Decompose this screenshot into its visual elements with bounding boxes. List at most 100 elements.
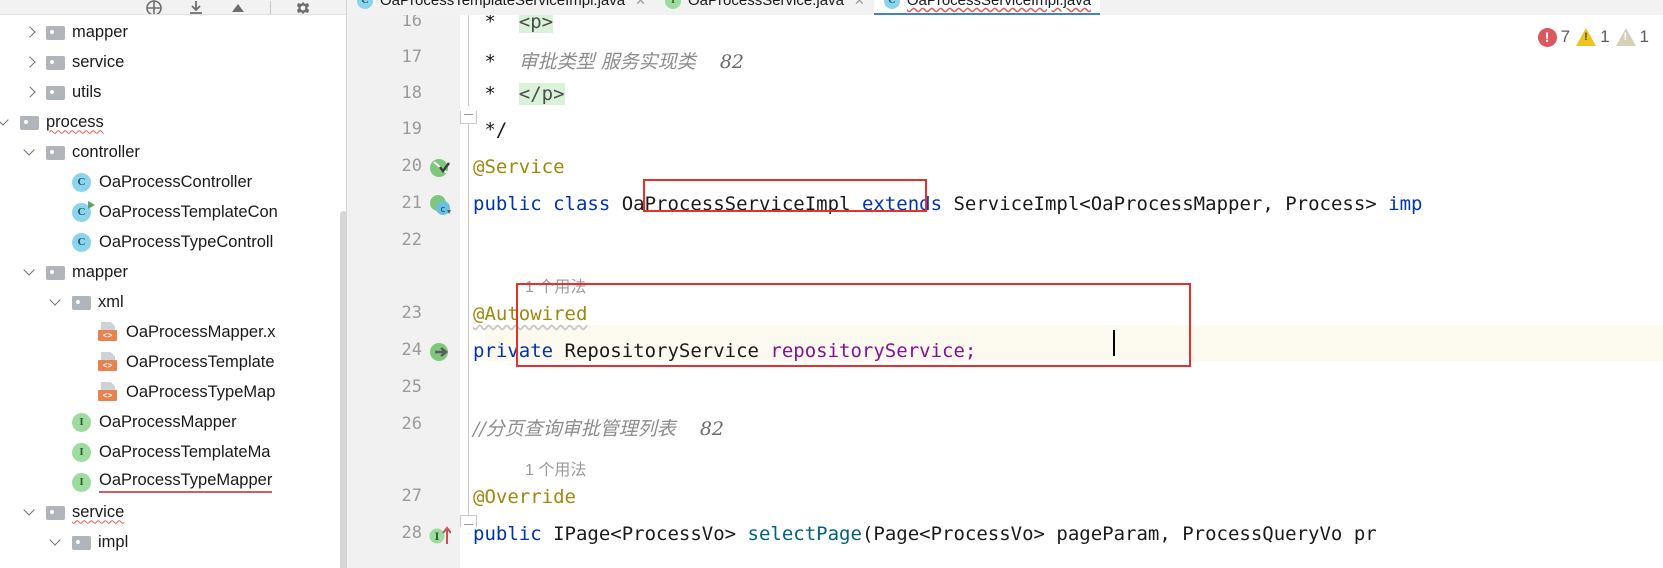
chevron-right-icon[interactable] [24, 25, 38, 39]
settings-gear-icon[interactable] [293, 0, 313, 14]
line-number: 20 [401, 156, 422, 176]
tree-item-controller[interactable]: controller [24, 137, 140, 167]
code-token: ServiceImpl<OaProcessMapper, Process> [953, 193, 1389, 215]
tree-item-label: impl [98, 532, 129, 551]
editor-tab-oaprocesstemplateserviceimpl[interactable]: C OaProcessTemplateServiceImpl.java ✕ [347, 0, 655, 15]
editor-tab-oaprocessserviceimpl[interactable]: C OaProcessServiceImpl.java [873, 0, 1101, 15]
line-number: 25 [401, 377, 422, 397]
tree-item-impl[interactable]: impl [50, 527, 128, 557]
xml-file-icon: <> [98, 352, 119, 372]
java-class-icon: C [357, 0, 373, 9]
code-editor[interactable]: 16 * <p> 17 * 审批类型 服务实现类 82 18 * </p> 19 */2… [347, 15, 1663, 568]
tree-item-oaprocesscontroller[interactable]: C OaProcessController [50, 167, 252, 197]
gutter-check-icon[interactable] [429, 157, 451, 179]
code-token: class [553, 193, 622, 215]
chevron-down-icon[interactable] [0, 115, 12, 129]
java-interface-icon: I [72, 442, 91, 462]
scroll-up-icon[interactable] [228, 0, 248, 14]
gutter-implements-up-icon[interactable]: I [429, 524, 452, 546]
folder-icon [72, 535, 91, 550]
code-token: RepositoryService [564, 340, 771, 362]
folder-icon [46, 145, 65, 160]
weak-warning-count-item[interactable]: 1 [1615, 27, 1649, 47]
code-line-19: */ [473, 119, 507, 141]
tree-item-mapper[interactable]: mapper [24, 17, 128, 47]
weak-warning-icon [1615, 28, 1636, 46]
svg-text:c: c [441, 205, 446, 215]
java-annotation: @Service [473, 156, 565, 178]
code-token: public [473, 523, 554, 545]
chevron-down-icon[interactable] [24, 505, 38, 519]
comment-line-26: //分页查询审批管理列表 82 [473, 414, 724, 441]
line-number: 22 [401, 230, 422, 250]
java-class-icon: C [72, 200, 95, 222]
line-number: 23 [401, 303, 422, 323]
tree-item-oaprocesstypemap[interactable]: <> OaProcessTypeMap [76, 377, 275, 407]
tree-item-label: mapper [72, 22, 128, 41]
code-token: repositoryService; [770, 340, 977, 362]
chevron-down-icon[interactable] [24, 145, 38, 159]
folder-icon [46, 85, 65, 100]
tree-item-mapper[interactable]: mapper [24, 257, 128, 287]
folder-icon [20, 115, 39, 130]
javadoc-html-tag: <p> [518, 15, 554, 33]
tree-item-label: OaProcessTypeMapper [99, 471, 273, 493]
line-number: 21 [401, 193, 422, 213]
code-token: (Page<ProcessVo> pageParam, ProcessQuery… [861, 523, 1377, 545]
run-marker-icon [88, 200, 95, 209]
chevron-down-icon[interactable] [24, 265, 38, 279]
error-count-item[interactable]: ! 7 [1537, 27, 1570, 47]
usage-count-hint[interactable]: 1 个用法 [525, 273, 586, 297]
tree-item-label: OaProcessMapper [99, 412, 237, 431]
locate-icon[interactable] [144, 0, 164, 14]
javadoc-html-tag: </p> [518, 83, 565, 105]
svg-text:I: I [435, 532, 440, 543]
xml-tag-badge: <> [98, 390, 117, 401]
tree-item-oaprocesstemplate[interactable]: <> OaProcessTemplate [76, 347, 275, 377]
chevron-down-icon[interactable] [50, 295, 64, 309]
code-token: OaProcessServiceImpl [621, 193, 851, 215]
code-token: extends [861, 193, 954, 215]
tree-item-service[interactable]: service [24, 497, 124, 527]
tree-item-oaprocesstemplatecon[interactable]: C OaProcessTemplateCon [50, 197, 278, 227]
tree-item-label: controller [72, 142, 140, 161]
tree-item-utils[interactable]: utils [24, 77, 101, 107]
tree-item-xml[interactable]: xml [50, 287, 124, 317]
chevron-right-icon[interactable] [24, 85, 38, 99]
code-token: private [473, 340, 565, 362]
folder-icon [46, 265, 65, 280]
editor-tabbar[interactable]: C OaProcessTemplateServiceImpl.java ✕ I OaPr… [347, 0, 1663, 15]
tree-item-label: OaProcessTemplate [126, 352, 275, 371]
code-line-16: * <p> [473, 15, 554, 33]
tree-item-service[interactable]: service [24, 47, 124, 77]
warning-count-item[interactable]: 1 [1576, 27, 1610, 47]
gutter-impl-icon[interactable]: c [429, 194, 451, 216]
chevron-down-icon[interactable] [50, 535, 64, 549]
chevron-right-icon[interactable] [24, 55, 38, 69]
folder-icon [46, 55, 65, 70]
java-class-icon: C [72, 232, 91, 252]
code-content[interactable]: 16 * <p> 17 * 审批类型 服务实现类 82 18 * </p> 19 */2… [347, 15, 1663, 568]
close-tab-icon[interactable]: ✕ [854, 0, 865, 9]
code-token: IPage<ProcessVo> [553, 523, 748, 545]
java-interface-icon: I [665, 0, 682, 9]
tree-item-oaprocesstypecontroll[interactable]: C OaProcessTypeControll [50, 227, 273, 257]
collapse-all-icon[interactable] [186, 0, 206, 14]
error-icon: ! [1537, 27, 1557, 47]
gutter-override-down-icon[interactable] [429, 341, 451, 363]
inspection-status-widget[interactable]: ! 7 1 1 [1537, 27, 1649, 47]
xml-tag-badge: <> [98, 330, 117, 341]
tree-item-oaprocesstemplatema[interactable]: I OaProcessTemplateMa [50, 437, 271, 467]
tree-item-process[interactable]: process [0, 107, 104, 137]
tree-item-oaprocessmapper-x[interactable]: <> OaProcessMapper.x [76, 317, 275, 347]
java-interface-icon: I [72, 472, 91, 492]
tree-item-oaprocesstypemapper[interactable]: I OaProcessTypeMapper [50, 467, 273, 497]
usage-count-hint[interactable]: 1 个用法 [525, 456, 586, 480]
tree-item-oaprocessmapper[interactable]: I OaProcessMapper [50, 407, 237, 437]
close-tab-icon[interactable]: ✕ [635, 0, 646, 9]
editor-tab-oaprocessservice[interactable]: I OaProcessService.java ✕ [655, 0, 874, 15]
code-line-18: * </p> [473, 83, 565, 105]
project-tree[interactable]: mapper service utils process controller C OaPr… [0, 15, 347, 568]
